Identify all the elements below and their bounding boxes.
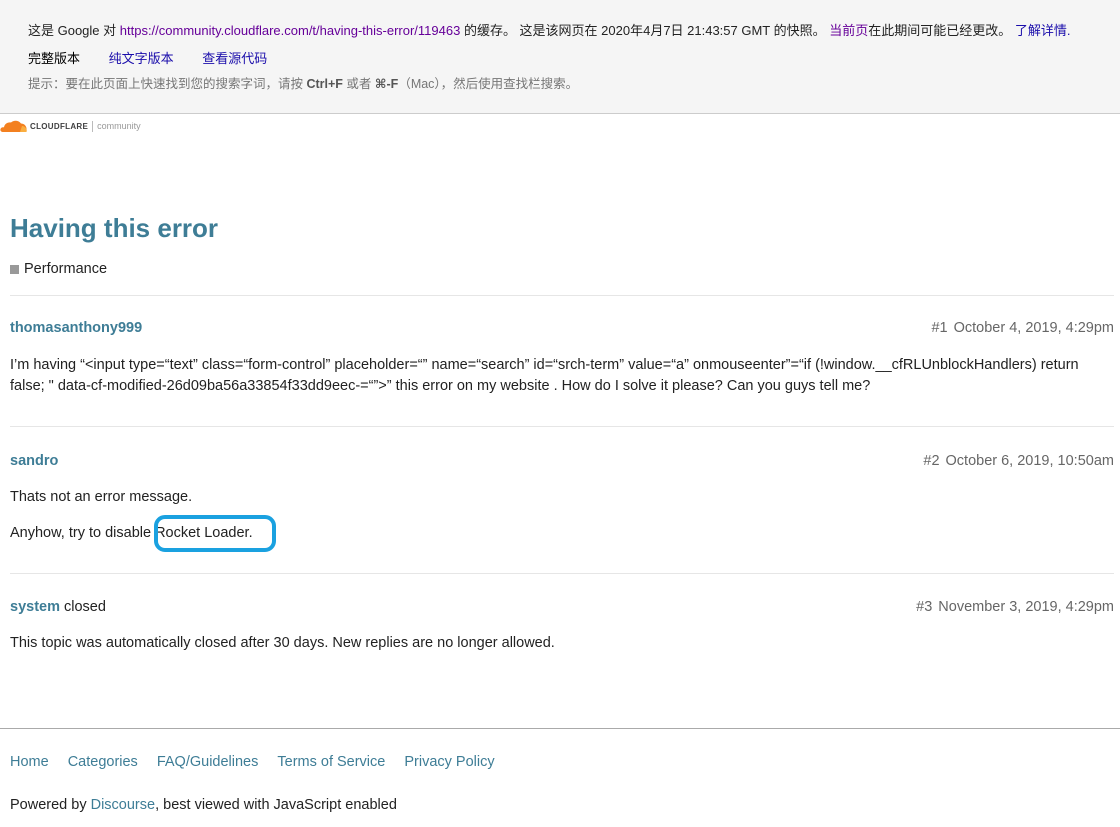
category-color-square (10, 264, 19, 274)
footer-nav: Home Categories FAQ/Guidelines Terms of … (10, 754, 514, 770)
full-version-label: 完整版本 (28, 51, 81, 66)
view-source-link[interactable]: 查看源代码 (202, 51, 267, 66)
post-date: November 3, 2019, 4:29pm (938, 599, 1114, 615)
post-date: October 4, 2019, 4:29pm (953, 320, 1114, 336)
post-meta: #1 October 4, 2019, 4:29pm (931, 320, 1114, 336)
cache-version-links: 完整版本 纯文字版本 查看源代码 (28, 48, 292, 67)
post-divider (10, 426, 1114, 427)
post-header: sandro #2 October 6, 2019, 10:50am (10, 453, 1114, 469)
category-label: Performance (24, 261, 108, 277)
post-divider (10, 573, 1114, 574)
post-number[interactable]: #3 (916, 599, 932, 615)
logo-separator (92, 120, 94, 132)
text-only-version-link[interactable]: 纯文字版本 (109, 51, 174, 66)
google-cache-banner: 这是 Google 对 https://community.cloudflare… (0, 0, 1120, 114)
post-author-link[interactable]: system (10, 599, 60, 615)
current-page-link[interactable]: 当前页 (829, 23, 868, 38)
footer-link-terms[interactable]: Terms of Service (277, 754, 385, 770)
topic-title[interactable]: Having this error (10, 213, 218, 244)
powered-by: Powered by Discourse, best viewed with J… (10, 797, 397, 813)
cloudflare-cloud-icon (0, 120, 27, 132)
logo-community-text: community (97, 121, 141, 131)
footer-link-categories[interactable]: Categories (68, 754, 138, 770)
footer-divider (0, 728, 1120, 729)
discourse-link[interactable]: Discourse (91, 797, 155, 813)
post-number[interactable]: #1 (931, 320, 947, 336)
rocket-loader-highlight-ring (154, 515, 276, 552)
cached-url-link[interactable]: https://community.cloudflare.com/t/havin… (120, 23, 461, 38)
post-meta: #3 November 3, 2019, 4:29pm (916, 599, 1114, 615)
post-number[interactable]: #2 (923, 453, 939, 469)
post-body-text: This topic was automatically closed afte… (10, 635, 555, 651)
post-author-link[interactable]: sandro (10, 453, 58, 469)
cloudflare-community-logo[interactable]: CLOUDFLARE community (0, 118, 141, 134)
cache-info-line: 这是 Google 对 https://community.cloudflare… (28, 23, 1071, 38)
post-date: October 6, 2019, 10:50am (945, 453, 1114, 469)
post-body-text: I’m having “<input type=“text” class=“fo… (10, 357, 1079, 394)
cache-search-tip: 提示：要在此页面上快速找到您的搜索字词，请按 Ctrl+F 或者 ⌘-F（Mac… (28, 77, 579, 91)
footer-link-privacy[interactable]: Privacy Policy (404, 754, 494, 770)
post-header: thomasanthony999 #1 October 4, 2019, 4:29… (10, 320, 1114, 336)
footer-link-faq[interactable]: FAQ/Guidelines (157, 754, 259, 770)
post-divider (10, 295, 1114, 296)
post-header: system closed #3 November 3, 2019, 4:29pm (10, 599, 1114, 615)
post-body-text: Thats not an error message. (10, 489, 193, 505)
logo-brand-text: CLOUDFLARE (30, 121, 89, 131)
post-author-link[interactable]: thomasanthony999 (10, 320, 142, 336)
post-meta: #2 October 6, 2019, 10:50am (923, 453, 1114, 469)
topic-category[interactable]: Performance (10, 261, 107, 277)
footer-link-home[interactable]: Home (10, 754, 49, 770)
learn-more-link[interactable]: 了解详情 (1015, 23, 1067, 38)
